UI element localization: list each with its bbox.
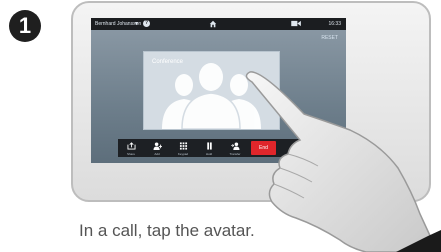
call-duration-icon — [291, 20, 301, 27]
keypad-button[interactable]: Keypad — [170, 139, 196, 157]
instruction-caption: In a call, tap the avatar. — [79, 221, 255, 240]
share-icon — [127, 142, 135, 150]
add-participant-button[interactable]: Add — [144, 139, 170, 157]
status-bar: Bernhard Johansson ▼ ? 16:33 — [91, 18, 346, 30]
home-icon[interactable] — [209, 20, 217, 28]
share-button[interactable]: Share — [118, 139, 144, 157]
add-participant-icon — [153, 142, 162, 150]
step-number-badge: 1 — [9, 10, 41, 42]
share-label: Share — [126, 152, 135, 156]
add-label: Add — [154, 152, 160, 156]
info-icon[interactable]: ? — [143, 20, 150, 27]
status-time: 16:33 — [328, 21, 341, 27]
keypad-icon — [179, 142, 187, 150]
reset-layout-link[interactable]: RESET — [321, 35, 338, 41]
chevron-down-icon[interactable]: ▼ — [134, 21, 139, 27]
keypad-label: Keypad — [177, 152, 189, 156]
